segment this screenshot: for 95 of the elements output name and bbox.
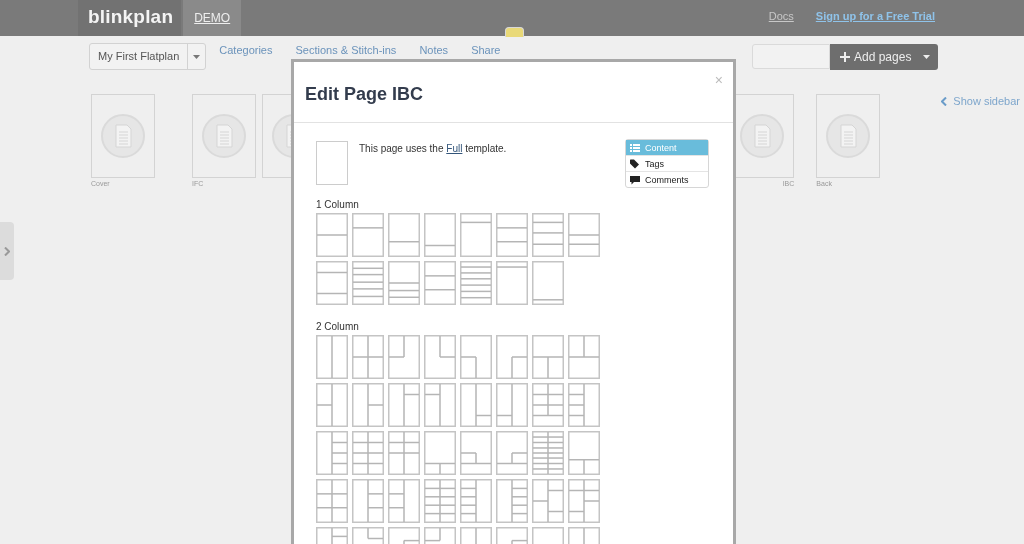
template-option[interactable] [352, 479, 384, 523]
sidebar-toggle[interactable] [0, 222, 14, 280]
template-option[interactable] [316, 213, 348, 257]
template-option[interactable] [460, 213, 492, 257]
template-option[interactable] [352, 261, 384, 305]
page-thumbnail[interactable] [192, 94, 256, 178]
template-option[interactable] [388, 479, 420, 523]
template-option[interactable] [352, 383, 384, 427]
caret-icon [193, 54, 201, 59]
toolbar-link[interactable]: Notes [419, 44, 449, 56]
template-option[interactable] [496, 335, 528, 379]
document-icon [202, 114, 246, 158]
dialog-title: Edit Page IBC [305, 84, 424, 105]
template-option[interactable] [532, 383, 564, 427]
template-option[interactable] [424, 431, 456, 475]
template-option[interactable] [460, 383, 492, 427]
template-option[interactable] [460, 431, 492, 475]
template-option[interactable] [424, 383, 456, 427]
template-option[interactable] [388, 527, 420, 544]
template-option[interactable] [532, 431, 564, 475]
plus-icon [840, 51, 850, 62]
document-icon [740, 114, 785, 158]
signup-link[interactable]: Sign up for a Free Trial [815, 0, 935, 36]
template-option[interactable] [388, 335, 420, 379]
template-link[interactable]: Full [446, 143, 463, 154]
template-option[interactable] [460, 527, 492, 544]
chevron-left-icon [941, 96, 948, 106]
template-option[interactable] [316, 261, 348, 305]
template-option[interactable] [352, 527, 384, 544]
list-icon [630, 142, 640, 153]
template-option[interactable] [496, 479, 528, 523]
template-option[interactable] [388, 213, 420, 257]
flatplan-dropdown[interactable]: My First Flatplan [89, 43, 207, 70]
template-option[interactable] [568, 527, 600, 544]
chevron-right-icon [4, 246, 10, 256]
toolbar-link[interactable]: Share [471, 44, 501, 56]
template-option[interactable] [352, 431, 384, 475]
show-sidebar-link[interactable]: Show sidebar [941, 95, 1020, 107]
docs-link[interactable]: Docs [768, 0, 794, 36]
document-icon [101, 114, 145, 158]
document-icon [826, 114, 871, 158]
close-button[interactable]: × [714, 72, 723, 88]
template-option[interactable] [568, 431, 600, 475]
template-option[interactable] [316, 335, 348, 379]
template-option[interactable] [568, 213, 600, 257]
page-preview [316, 141, 348, 185]
template-option[interactable] [496, 527, 528, 544]
sidebar-tab[interactable]: Comments [626, 171, 708, 187]
toolbar-link[interactable]: Categories [219, 44, 273, 56]
tag-icon [630, 158, 640, 169]
template-option[interactable] [532, 335, 564, 379]
template-option[interactable] [568, 335, 600, 379]
template-option[interactable] [316, 527, 348, 544]
sidebar-tab[interactable]: Content [626, 140, 708, 155]
demo-tab[interactable]: DEMO [183, 0, 242, 36]
template-option[interactable] [496, 431, 528, 475]
template-option[interactable] [316, 479, 348, 523]
template-option[interactable] [424, 527, 456, 544]
section-heading: 1 Column [316, 199, 360, 210]
template-option[interactable] [460, 261, 492, 305]
template-option[interactable] [532, 261, 564, 305]
template-option[interactable] [424, 261, 456, 305]
template-option[interactable] [424, 479, 456, 523]
template-option[interactable] [424, 335, 456, 379]
page-thumbnail[interactable] [816, 94, 881, 178]
template-option[interactable] [496, 383, 528, 427]
template-option[interactable] [532, 213, 564, 257]
template-option[interactable] [352, 335, 384, 379]
sidebar-tab[interactable]: Tags [626, 155, 708, 171]
template-note: This page uses the Full template. [359, 143, 507, 154]
logo: blinkplan [78, 0, 182, 36]
template-option[interactable] [496, 261, 528, 305]
template-option[interactable] [316, 383, 348, 427]
template-option[interactable] [352, 213, 384, 257]
template-option[interactable] [496, 213, 528, 257]
template-option[interactable] [316, 431, 348, 475]
template-option[interactable] [460, 479, 492, 523]
template-option[interactable] [532, 527, 564, 544]
template-option[interactable] [568, 479, 600, 523]
template-option[interactable] [388, 383, 420, 427]
template-option[interactable] [568, 383, 600, 427]
template-option[interactable] [424, 213, 456, 257]
add-pages-button[interactable]: Add pages [830, 43, 938, 70]
template-option[interactable] [388, 431, 420, 475]
toolbar-link[interactable]: Sections & Stitch-ins [295, 44, 397, 56]
template-option[interactable] [388, 261, 420, 305]
search-field[interactable] [752, 44, 830, 69]
flatplan-name: My First Flatplan [97, 49, 181, 64]
template-option[interactable] [532, 479, 564, 523]
caret-icon [923, 54, 930, 59]
page-thumbnail[interactable] [91, 94, 155, 178]
notch-handle[interactable] [505, 27, 524, 37]
speech-bubble-icon [630, 174, 640, 185]
template-option[interactable] [460, 335, 492, 379]
section-heading: 2 Column [316, 321, 360, 332]
